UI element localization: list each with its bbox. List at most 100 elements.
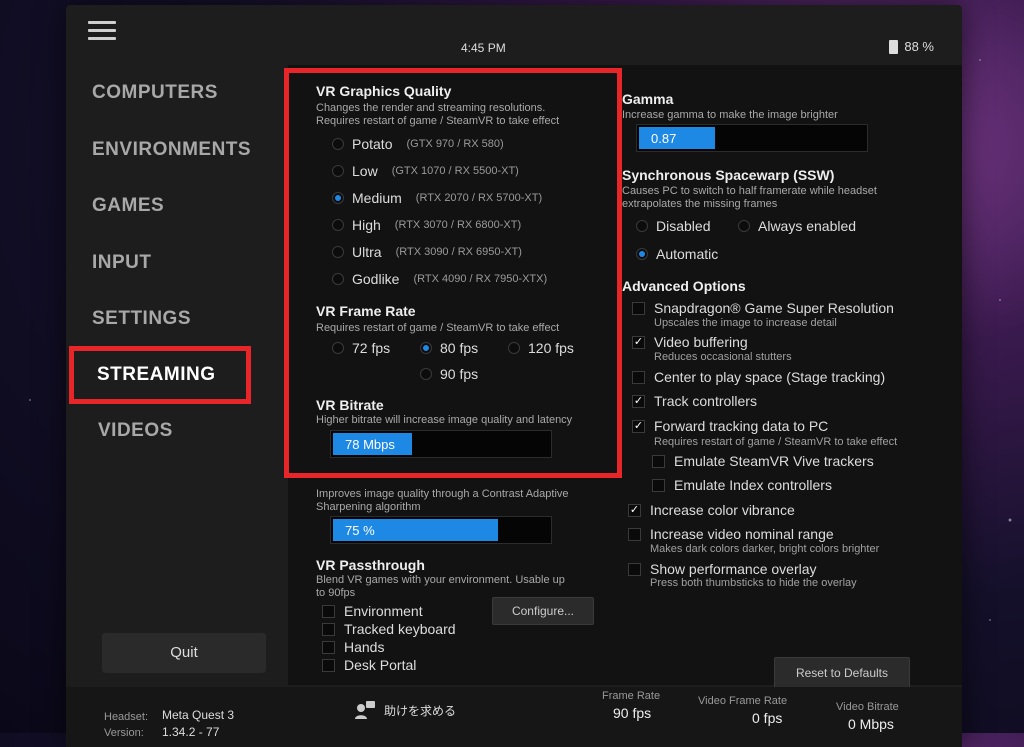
- quality-potato[interactable]: Potato (GTX 970 / RX 580): [332, 136, 504, 152]
- passthrough-desk-portal[interactable]: Desk Portal: [322, 657, 416, 673]
- passthrough-hands[interactable]: Hands: [322, 639, 384, 655]
- help-button[interactable]: 助けを求める: [354, 701, 456, 719]
- status-bar: 4:45 PM 88 %: [66, 5, 962, 60]
- help-person-icon: [355, 701, 375, 719]
- menu-icon[interactable]: [88, 21, 116, 43]
- ssw-desc: Causes PC to switch to half framerate wh…: [622, 185, 877, 210]
- nav-environments[interactable]: ENVIRONMENTS: [92, 139, 251, 161]
- opt-video-buffering-desc: Reduces occasional stutters: [654, 351, 792, 363]
- passthrough-keyboard[interactable]: Tracked keyboard: [322, 621, 456, 637]
- ssw-title: Synchronous Spacewarp (SSW): [622, 167, 835, 183]
- ssw-automatic[interactable]: Automatic: [636, 246, 718, 262]
- battery-percent: 88 %: [904, 39, 934, 54]
- nav-computers[interactable]: COMPUTERS: [92, 82, 218, 104]
- radio-selected-icon: [636, 248, 648, 260]
- framerate-title: VR Frame Rate: [316, 303, 416, 319]
- opt-nominal-range-desc: Makes dark colors darker, bright colors …: [650, 543, 880, 555]
- nav-settings[interactable]: SETTINGS: [92, 308, 191, 330]
- sharpening-desc: Improves image quality through a Contras…: [316, 488, 569, 513]
- bitrate-title: VR Bitrate: [316, 397, 384, 413]
- radio-selected-icon: [420, 342, 432, 354]
- nav-input[interactable]: INPUT: [92, 252, 152, 274]
- passthrough-environment[interactable]: Environment: [322, 603, 423, 619]
- headset-value: Meta Quest 3: [162, 708, 235, 722]
- radio-icon: [508, 342, 520, 354]
- framerate-120[interactable]: 120 fps: [508, 340, 574, 356]
- slider-value: 75 %: [345, 523, 375, 538]
- checkbox-icon: [322, 640, 335, 654]
- opt-forward-tracking[interactable]: ✓ Forward tracking data to PC: [632, 418, 828, 434]
- framerate-desc: Requires restart of game / SteamVR to ta…: [316, 322, 560, 334]
- bitrate-desc: Higher bitrate will increase image quali…: [316, 414, 573, 426]
- opt-performance-overlay-desc: Press both thumbsticks to hide the overl…: [650, 577, 857, 589]
- framerate-label: Frame Rate: [602, 690, 661, 702]
- radio-selected-icon: [332, 192, 344, 204]
- radio-icon: [738, 220, 750, 232]
- checkbox-icon: [322, 658, 335, 672]
- checkmark-icon: ✓: [632, 394, 645, 408]
- opt-nominal-range[interactable]: Increase video nominal range: [628, 526, 834, 542]
- opt-emulate-vive[interactable]: Emulate SteamVR Vive trackers: [652, 453, 874, 469]
- opt-emulate-index[interactable]: Emulate Index controllers: [652, 477, 832, 493]
- sharpening-slider[interactable]: 75 %: [330, 516, 552, 544]
- opt-color-vibrance[interactable]: ✓ Increase color vibrance: [628, 502, 795, 518]
- advanced-title: Advanced Options: [622, 278, 746, 294]
- video-framerate-label: Video Frame Rate: [698, 695, 788, 707]
- bitrate-slider[interactable]: 78 Mbps: [330, 430, 552, 458]
- quit-button[interactable]: Quit: [102, 633, 266, 673]
- framerate-90[interactable]: 90 fps: [420, 366, 478, 382]
- framerate-72[interactable]: 72 fps: [332, 340, 390, 356]
- battery-icon: [889, 39, 899, 54]
- clock: 4:45 PM: [461, 41, 506, 55]
- radio-icon: [420, 368, 432, 380]
- opt-snapdragon-desc: Upscales the image to increase detail: [654, 317, 837, 329]
- graphics-desc: Changes the render and streaming resolut…: [316, 102, 560, 127]
- video-bitrate-label: Video Bitrate: [836, 701, 899, 713]
- checkbox-icon: [632, 370, 645, 384]
- reset-defaults-button[interactable]: Reset to Defaults: [774, 657, 910, 689]
- battery-status: 88 %: [889, 39, 934, 54]
- configure-button[interactable]: Configure...: [492, 597, 594, 625]
- radio-icon: [332, 219, 344, 231]
- checkbox-icon: [322, 604, 335, 618]
- headset-label: Headset:: [104, 711, 149, 723]
- opt-snapdragon[interactable]: Snapdragon® Game Super Resolution: [632, 300, 894, 316]
- quality-low[interactable]: Low (GTX 1070 / RX 5500-XT): [332, 163, 519, 179]
- slider-value: 0.87: [651, 131, 677, 146]
- ssw-always-enabled[interactable]: Always enabled: [738, 218, 856, 234]
- framerate-value: 90 fps: [613, 705, 652, 721]
- checkbox-icon: [652, 478, 665, 492]
- ssw-disabled[interactable]: Disabled: [636, 218, 710, 234]
- streaming-settings: VR Graphics Quality Changes the render a…: [288, 65, 962, 689]
- version-label: Version:: [104, 727, 144, 739]
- version-value: 1.34.2 - 77: [162, 725, 220, 739]
- nav-videos[interactable]: VIDEOS: [98, 420, 173, 442]
- radio-icon: [332, 138, 344, 150]
- passthrough-title: VR Passthrough: [316, 557, 425, 573]
- gamma-title: Gamma: [622, 91, 674, 107]
- opt-video-buffering[interactable]: ✓ Video buffering: [632, 334, 748, 350]
- opt-center-play-space[interactable]: Center to play space (Stage tracking): [632, 369, 885, 385]
- nav-games[interactable]: GAMES: [92, 195, 164, 217]
- gamma-slider[interactable]: 0.87: [636, 124, 868, 152]
- quality-high[interactable]: High (RTX 3070 / RX 6800-XT): [332, 217, 521, 233]
- checkmark-icon: ✓: [632, 419, 645, 433]
- opt-track-controllers[interactable]: ✓ Track controllers: [632, 393, 757, 409]
- radio-icon: [332, 342, 344, 354]
- quality-godlike[interactable]: Godlike (RTX 4090 / RX 7950-XTX): [332, 271, 547, 287]
- opt-performance-overlay[interactable]: Show performance overlay: [628, 561, 817, 577]
- checkbox-icon: [652, 454, 665, 468]
- quality-ultra[interactable]: Ultra (RTX 3090 / RX 6950-XT): [332, 244, 522, 260]
- checkbox-icon: [628, 562, 641, 576]
- checkmark-icon: ✓: [632, 335, 645, 349]
- video-bitrate-value: 0 Mbps: [848, 716, 894, 732]
- quality-medium[interactable]: Medium (RTX 2070 / RX 5700-XT): [332, 190, 542, 206]
- radio-icon: [332, 246, 344, 258]
- graphics-title: VR Graphics Quality: [316, 83, 452, 99]
- nav-streaming[interactable]: STREAMING: [97, 364, 216, 386]
- checkbox-icon: [628, 527, 641, 541]
- radio-icon: [332, 273, 344, 285]
- radio-icon: [332, 165, 344, 177]
- footer-status: Headset: Meta Quest 3 Version: 1.34.2 - …: [66, 687, 962, 747]
- framerate-80[interactable]: 80 fps: [420, 340, 478, 356]
